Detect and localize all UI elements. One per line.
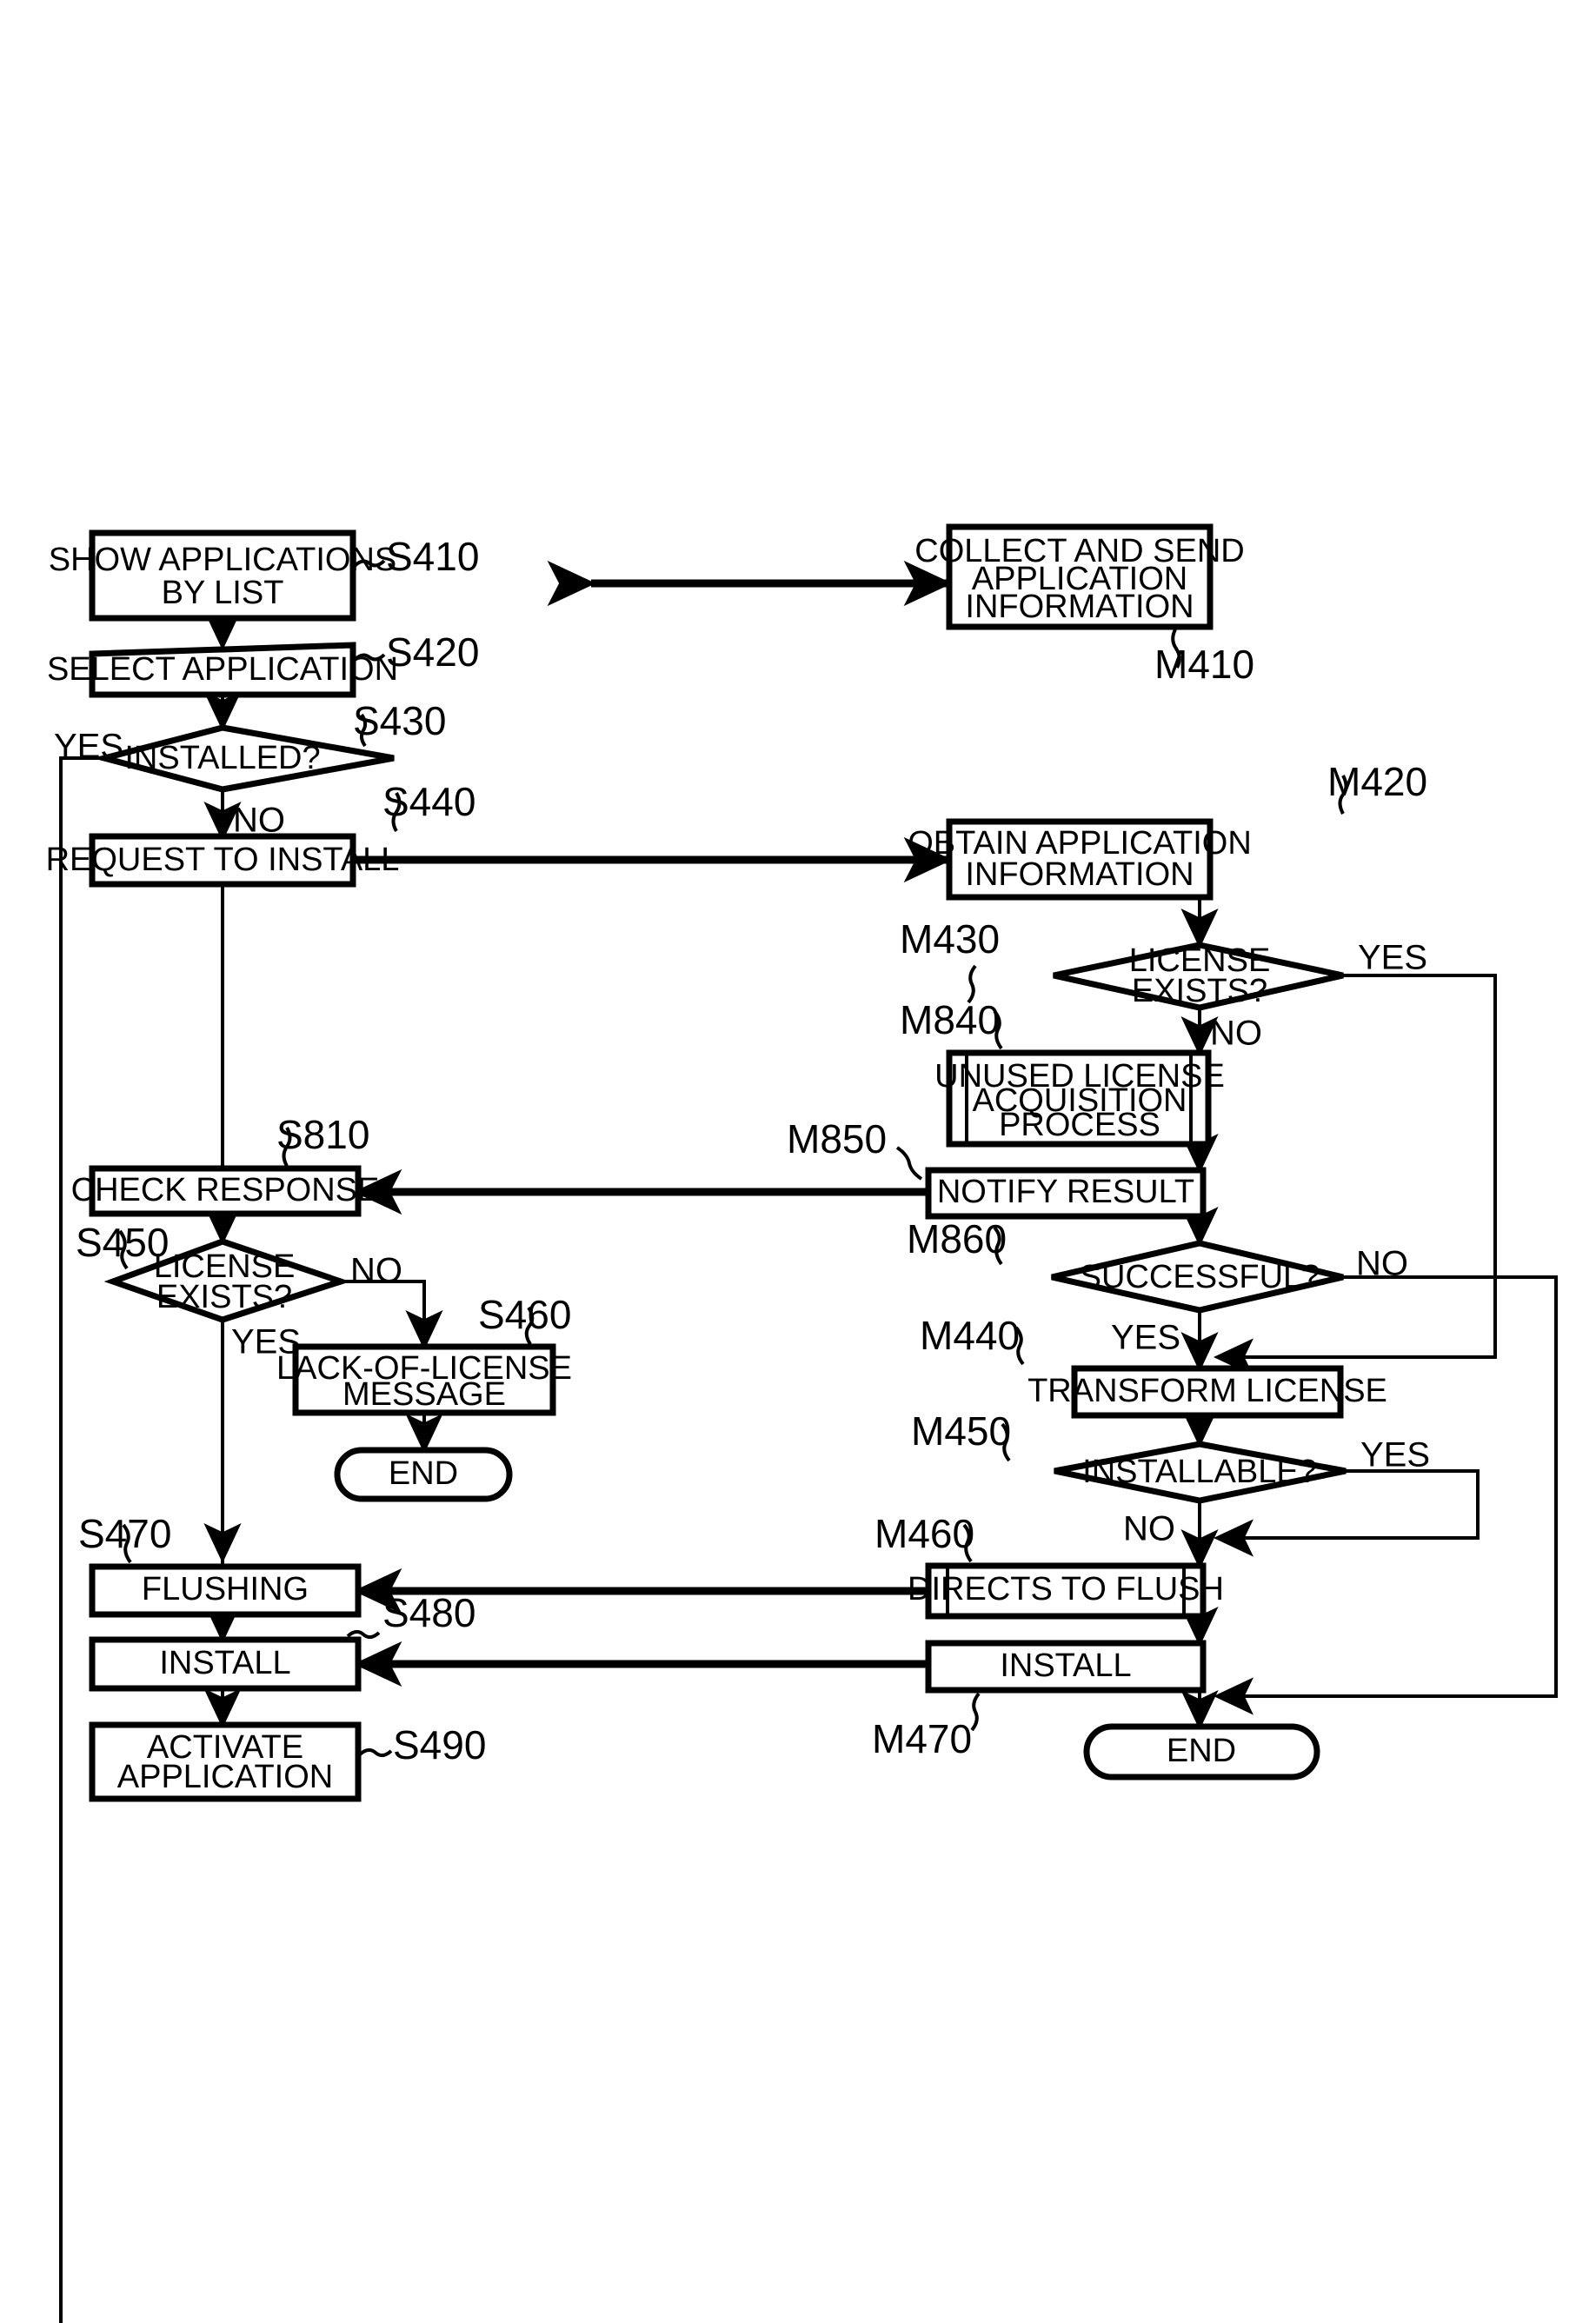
branch-label-m450-yes: YES: [1360, 1436, 1430, 1474]
node-label: SELECT APPLICATION: [47, 651, 398, 688]
ref-label-text: S810: [276, 1112, 369, 1157]
branch-label-m860-no: NO: [1356, 1245, 1408, 1283]
node-installed-decision[interactable]: INSTALLED?: [92, 724, 395, 793]
node-label: INSTALL: [159, 1645, 290, 1681]
node-label: MESSAGE: [342, 1376, 506, 1413]
node-installable-decision[interactable]: INSTALLABLE?: [1054, 1441, 1347, 1504]
ref-label-text: M420: [1327, 759, 1427, 804]
node-label: FLUSHING: [142, 1571, 309, 1607]
node-label: NOTIFY RESULT: [937, 1174, 1194, 1210]
ref-label-m450: M450: [911, 1408, 1011, 1462]
node-label: SHOW APPLICATIONS: [49, 542, 396, 578]
node-label: INSTALLED?: [124, 740, 320, 776]
node-show-applications-by-list[interactable]: SHOW APPLICATIONS BY LIST: [49, 529, 396, 622]
ref-label-s470: S470: [78, 1511, 171, 1564]
node-label: EXISTS?: [156, 1279, 292, 1315]
ref-label-text: M460: [874, 1511, 974, 1556]
ref-label-text: M860: [907, 1216, 1007, 1261]
ref-label-m420: M420: [1327, 759, 1427, 815]
node-request-to-install[interactable]: REQUEST TO INSTALL: [46, 833, 400, 888]
node-end-left[interactable]: END: [334, 1447, 513, 1502]
ref-label-text: M850: [787, 1116, 887, 1162]
node-label: END: [389, 1455, 458, 1492]
node-unused-license-acquisition-process[interactable]: UNUSED LICENSE ACQUISITION PROCESS: [934, 1049, 1225, 1148]
node-label: REQUEST TO INSTALL: [46, 842, 400, 878]
ref-label-text: S420: [386, 629, 479, 675]
ref-label-m460: M460: [874, 1511, 974, 1563]
ref-label-s430: S430: [353, 698, 446, 748]
ref-label-m850: M850: [787, 1116, 923, 1181]
node-label: EXISTS?: [1132, 973, 1267, 1009]
node-lack-of-license-message[interactable]: LACK-OF-LICENSE MESSAGE: [276, 1343, 572, 1416]
node-install-left[interactable]: INSTALL: [89, 1636, 362, 1692]
ref-label-m860: M860: [907, 1216, 1007, 1266]
node-end-right[interactable]: END: [1083, 1723, 1320, 1781]
ref-label-text: M410: [1154, 642, 1254, 687]
node-flushing[interactable]: FLUSHING: [89, 1563, 362, 1618]
node-label: APPLICATION: [117, 1759, 333, 1795]
ref-label-s460: S460: [478, 1292, 571, 1346]
node-label: DIRECTS TO FLUSH: [908, 1571, 1224, 1607]
node-check-response[interactable]: CHECK RESPONSE: [71, 1165, 380, 1217]
flowchart-canvas: SHOW APPLICATIONS BY LIST S410 COLLECT A…: [0, 0, 1596, 2323]
ref-label-m470: M470: [872, 1692, 981, 1761]
node-select-application[interactable]: SELECT APPLICATION: [47, 642, 398, 698]
branch-label-s450-no: NO: [350, 1252, 402, 1290]
node-label: INFORMATION: [965, 856, 1194, 893]
ref-label-m440: M440: [920, 1313, 1025, 1366]
ref-label-text: S410: [386, 534, 479, 579]
flowchart-svg: SHOW APPLICATIONS BY LIST S410 COLLECT A…: [46, 523, 1558, 2323]
ref-label-s490: S490: [358, 1722, 486, 1767]
ref-label-text: S440: [382, 779, 475, 824]
node-successful-decision[interactable]: SUCCESSFUL?: [1051, 1240, 1344, 1314]
node-activate-application[interactable]: ACTIVATE APPLICATION: [89, 1721, 362, 1802]
ref-label-text: S470: [78, 1511, 171, 1556]
branch-label-m430-yes: YES: [1358, 939, 1427, 977]
ref-label-m410: M410: [1154, 629, 1254, 687]
connector-s450-no-s460: [341, 1280, 443, 1350]
node-collect-and-send-application-information[interactable]: COLLECT AND SEND APPLICATION INFORMATION: [914, 523, 1245, 630]
branch-label-s430-yes: YES: [54, 728, 123, 766]
ref-label-s440: S440: [382, 779, 475, 833]
node-label: PROCESS: [999, 1107, 1160, 1143]
node-label: END: [1167, 1733, 1236, 1769]
ref-label-m840: M840: [900, 997, 1003, 1050]
ref-label-text: S430: [353, 698, 446, 743]
ref-label-text: M840: [900, 997, 1000, 1042]
ref-label-text: S480: [382, 1590, 475, 1635]
node-notify-result[interactable]: NOTIFY RESULT: [925, 1167, 1207, 1220]
ref-label-text: S460: [478, 1292, 571, 1337]
node-license-exists-decision-m430[interactable]: LICENSE EXISTS?: [1053, 942, 1344, 1011]
node-obtain-application-information[interactable]: OBTAIN APPLICATION INFORMATION: [908, 818, 1252, 901]
node-label: SUCCESSFUL?: [1080, 1259, 1320, 1295]
branch-label-m860-yes: YES: [1111, 1319, 1180, 1357]
ref-label-text: M450: [911, 1408, 1011, 1454]
ref-label-text: M470: [872, 1716, 972, 1761]
ref-label-s450: S450: [76, 1220, 169, 1270]
branch-label-m450-no: NO: [1123, 1510, 1175, 1548]
node-label: INSTALL: [1000, 1647, 1131, 1684]
ref-label-m430: M430: [900, 916, 1000, 1004]
ref-label-s810: S810: [276, 1112, 369, 1168]
ref-label-text: S490: [393, 1722, 486, 1767]
node-label: TRANSFORM LICENSE: [1027, 1373, 1387, 1409]
node-directs-to-flush[interactable]: DIRECTS TO FLUSH: [908, 1562, 1224, 1620]
branch-label-m430-no: NO: [1210, 1015, 1262, 1053]
ref-label-text: S450: [76, 1220, 169, 1265]
node-label: INSTALLABLE?: [1082, 1454, 1317, 1490]
node-label: CHECK RESPONSE: [71, 1172, 380, 1208]
node-label: INFORMATION: [965, 589, 1194, 625]
node-install-right[interactable]: INSTALL: [925, 1640, 1207, 1694]
ref-label-text: M430: [900, 916, 1000, 962]
node-label: BY LIST: [162, 575, 284, 611]
ref-label-s480: S480: [346, 1590, 475, 1639]
node-transform-license[interactable]: TRANSFORM LICENSE: [1027, 1365, 1387, 1419]
ref-label-text: M440: [920, 1313, 1020, 1358]
